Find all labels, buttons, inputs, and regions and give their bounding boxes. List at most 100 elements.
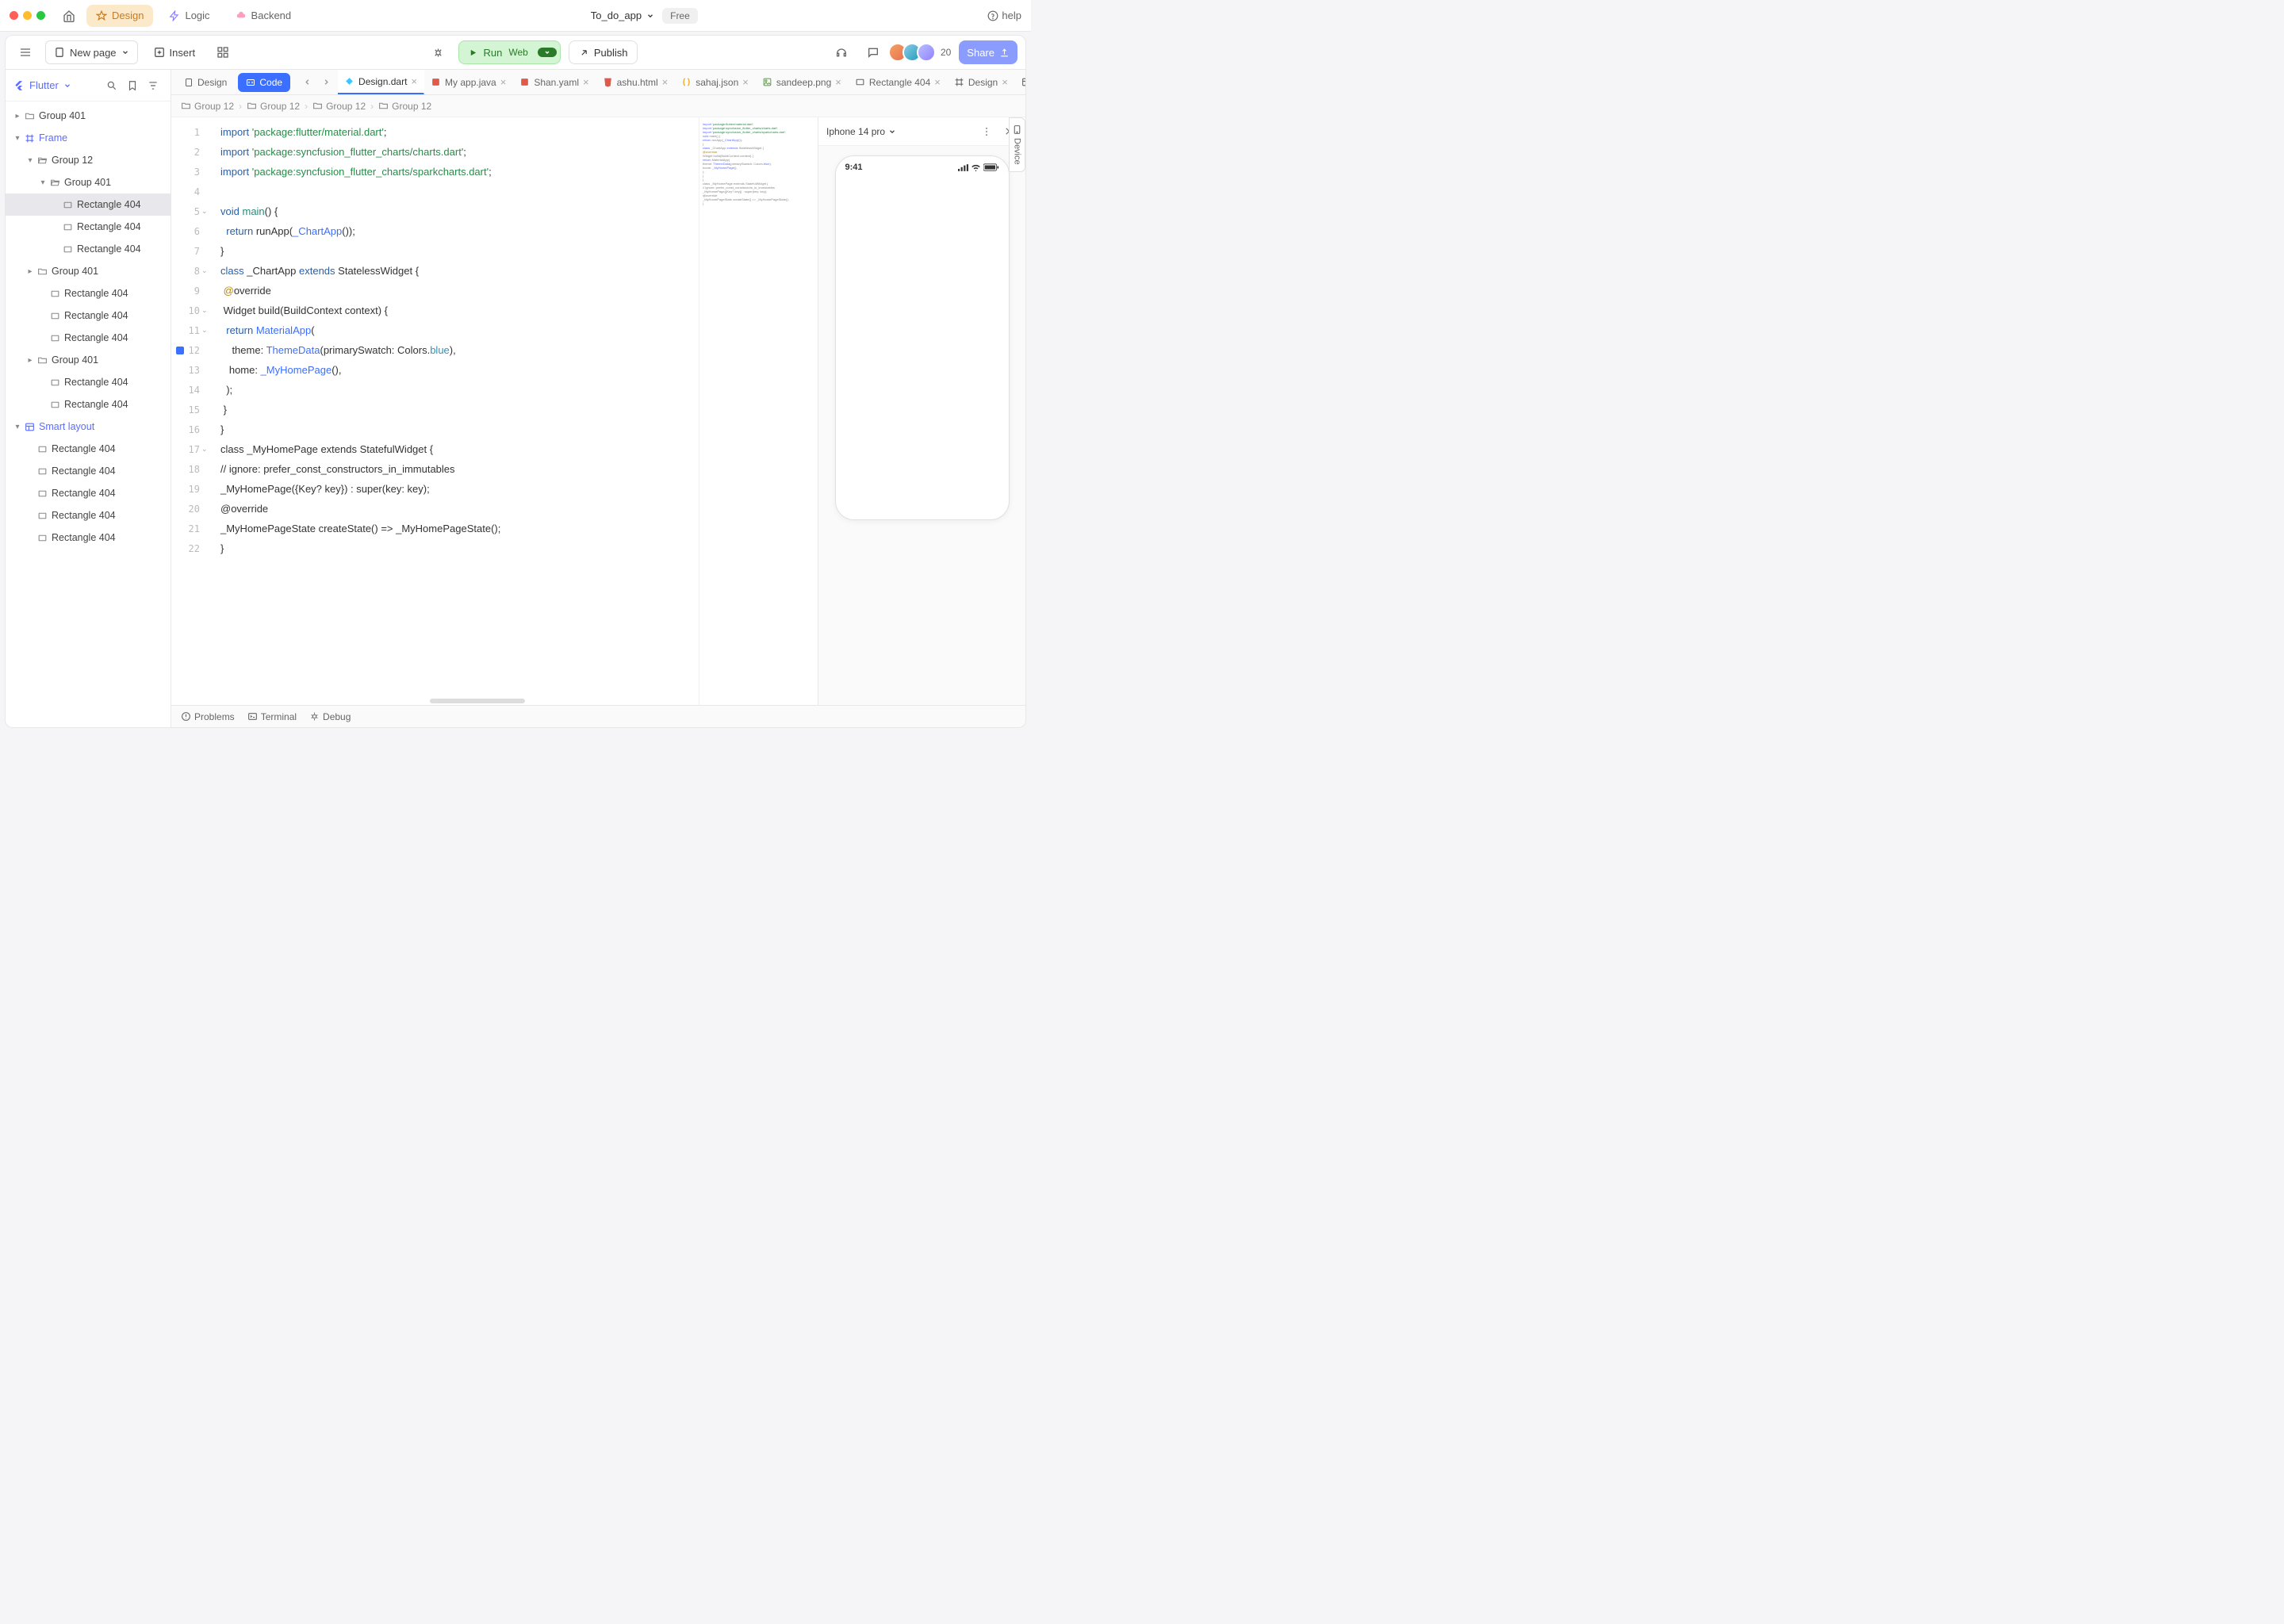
nav-forward[interactable]: [317, 74, 335, 91]
run-target-dropdown[interactable]: [538, 48, 557, 57]
tree-item[interactable]: Rectangle 404: [6, 527, 171, 549]
tree-item[interactable]: Rectangle 404: [6, 393, 171, 416]
new-page-button[interactable]: New page: [45, 40, 138, 64]
code-lines[interactable]: import 'package:flutter/material.dart';i…: [214, 117, 699, 705]
code-line[interactable]: return runApp(_ChartApp());: [220, 221, 699, 241]
tree-item[interactable]: Rectangle 404: [6, 460, 171, 482]
chevron-right-icon[interactable]: ▸: [12, 112, 23, 121]
close-tab-icon[interactable]: ×: [583, 76, 589, 88]
code-line[interactable]: _MyHomePage({Key? key}) : super(key: key…: [220, 479, 699, 499]
device-dropdown[interactable]: Iphone 14 pro: [826, 126, 973, 137]
code-line[interactable]: [220, 182, 699, 201]
problems-tab[interactable]: Problems: [181, 711, 235, 722]
close-tab-icon[interactable]: ×: [411, 75, 417, 87]
chevron-down-icon[interactable]: ▾: [12, 423, 23, 431]
close-window[interactable]: [10, 11, 18, 20]
breadcrumb-item[interactable]: Group 12: [247, 101, 300, 112]
code-line[interactable]: }: [220, 538, 699, 558]
tree-item[interactable]: ▾Smart layout: [6, 416, 171, 438]
close-tab-icon[interactable]: ×: [835, 76, 841, 88]
breadcrumb-item[interactable]: Group 12: [312, 101, 366, 112]
code-line[interactable]: home: _MyHomePage(),: [220, 360, 699, 380]
fold-icon[interactable]: ⌄: [201, 266, 211, 275]
code-line[interactable]: );: [220, 380, 699, 400]
file-tab[interactable]: sahaj.json×: [675, 70, 756, 94]
tree-item[interactable]: ▾Group 12: [6, 149, 171, 171]
chevron-down-icon[interactable]: ▾: [25, 156, 36, 165]
file-tab[interactable]: Rectangle 404×: [849, 70, 948, 94]
tree-item[interactable]: Rectangle 404: [6, 371, 171, 393]
filter-button[interactable]: [144, 76, 163, 95]
home-button[interactable]: [58, 5, 80, 27]
tree-item[interactable]: Rectangle 404: [6, 304, 171, 327]
chevron-down-icon[interactable]: ▾: [12, 134, 23, 143]
device-side-tab[interactable]: Device: [1009, 117, 1025, 172]
tree-item[interactable]: ▸Group 401: [6, 105, 171, 127]
breakpoint-marker[interactable]: [176, 347, 184, 354]
code-line[interactable]: import 'package:flutter/material.dart';: [220, 122, 699, 142]
code-line[interactable]: class _ChartApp extends StatelessWidget …: [220, 261, 699, 281]
fold-icon[interactable]: ⌄: [201, 306, 211, 315]
run-button[interactable]: Run Web: [458, 40, 561, 64]
close-tab-icon[interactable]: ×: [742, 76, 749, 88]
maximize-window[interactable]: [36, 11, 45, 20]
tree-item[interactable]: Rectangle 404: [6, 193, 171, 216]
share-button[interactable]: Share: [959, 40, 1017, 64]
code-line[interactable]: // ignore: prefer_const_constructors_in_…: [220, 459, 699, 479]
tree-item[interactable]: ▾Frame: [6, 127, 171, 149]
file-tab[interactable]: Design.dart×: [338, 70, 424, 94]
tree-item[interactable]: Rectangle 404: [6, 216, 171, 238]
code-line[interactable]: void main() {: [220, 201, 699, 221]
code-area[interactable]: 1⌄2⌄3⌄4⌄5⌄6⌄7⌄8⌄9⌄10⌄11⌄12⌄13⌄14⌄15⌄16⌄1…: [171, 117, 818, 705]
horizontal-scrollbar[interactable]: [430, 699, 525, 703]
file-tab[interactable]: sandeep.png×: [756, 70, 849, 94]
view-tab-code[interactable]: Code: [238, 73, 290, 92]
code-line[interactable]: class _MyHomePage extends StatefulWidget…: [220, 439, 699, 459]
tree-item[interactable]: Rectangle 404: [6, 282, 171, 304]
tree-item[interactable]: Rectangle 404: [6, 482, 171, 504]
help-button[interactable]: help: [987, 10, 1021, 21]
framework-dropdown[interactable]: Flutter: [13, 79, 96, 91]
chevron-right-icon[interactable]: ▸: [25, 267, 36, 276]
bug-button[interactable]: [427, 40, 450, 64]
debug-tab[interactable]: Debug: [309, 711, 351, 722]
publish-button[interactable]: Publish: [569, 40, 638, 64]
comment-button[interactable]: [861, 40, 885, 64]
code-line[interactable]: }: [220, 400, 699, 419]
chevron-right-icon[interactable]: ▸: [25, 356, 36, 365]
fold-icon[interactable]: ⌄: [201, 445, 211, 454]
code-line[interactable]: theme: ThemeData(primarySwatch: Colors.b…: [220, 340, 699, 360]
code-line[interactable]: @override: [220, 499, 699, 519]
tree-item[interactable]: ▸Group 401: [6, 260, 171, 282]
close-tab-icon[interactable]: ×: [934, 76, 941, 88]
code-line[interactable]: }: [220, 241, 699, 261]
file-tab[interactable]: My app.java×: [424, 70, 513, 94]
mode-design[interactable]: Design: [86, 5, 153, 27]
fold-icon[interactable]: ⌄: [201, 207, 211, 216]
code-line[interactable]: import 'package:syncfusion_flutter_chart…: [220, 162, 699, 182]
search-button[interactable]: [102, 76, 121, 95]
file-tab[interactable]: Design×: [1015, 70, 1025, 94]
code-line[interactable]: @override: [220, 281, 699, 301]
insert-button[interactable]: Insert: [146, 40, 204, 64]
mode-logic[interactable]: Logic: [159, 5, 219, 27]
preview-more[interactable]: [978, 123, 995, 140]
code-line[interactable]: import 'package:syncfusion_flutter_chart…: [220, 142, 699, 162]
close-tab-icon[interactable]: ×: [1002, 76, 1008, 88]
tree-item[interactable]: Rectangle 404: [6, 238, 171, 260]
collaborator-avatars[interactable]: 20: [893, 43, 951, 62]
fold-icon[interactable]: ⌄: [201, 326, 211, 335]
minimap[interactable]: import 'package:flutter/material.dart';i…: [699, 117, 818, 705]
terminal-tab[interactable]: Terminal: [247, 711, 297, 722]
file-tab[interactable]: Design×: [948, 70, 1015, 94]
tree-item[interactable]: Rectangle 404: [6, 438, 171, 460]
menu-button[interactable]: [13, 40, 37, 64]
file-tab[interactable]: ashu.html×: [596, 70, 676, 94]
components-button[interactable]: [211, 40, 235, 64]
close-tab-icon[interactable]: ×: [500, 76, 507, 88]
bookmark-button[interactable]: [123, 76, 142, 95]
code-line[interactable]: Widget build(BuildContext context) {: [220, 301, 699, 320]
minimize-window[interactable]: [23, 11, 32, 20]
close-tab-icon[interactable]: ×: [662, 76, 669, 88]
headphones-button[interactable]: [830, 40, 853, 64]
